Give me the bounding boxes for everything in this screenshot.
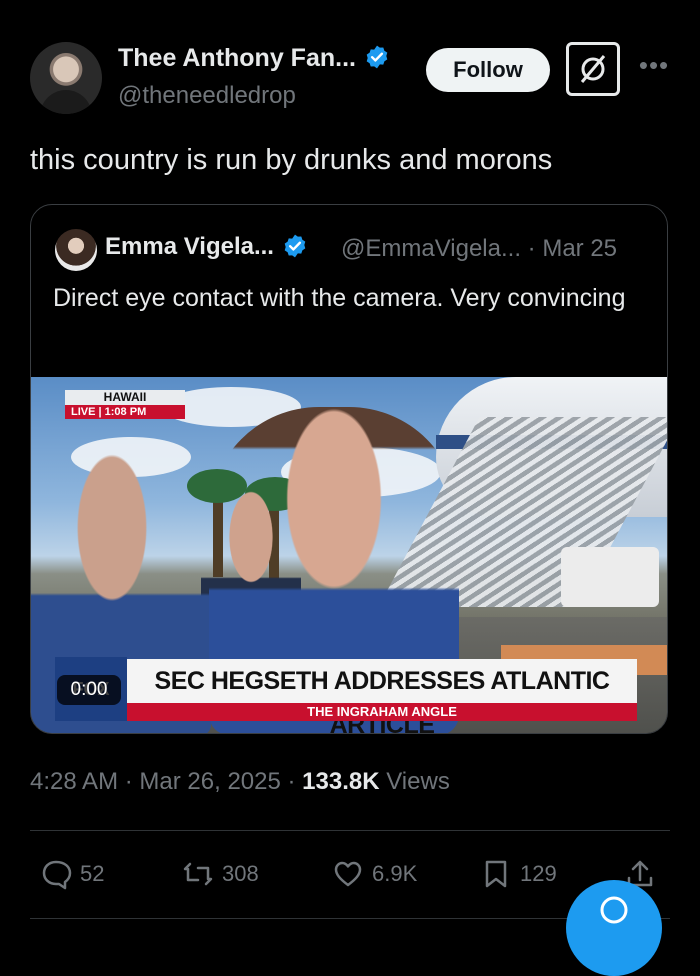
bookmark-icon <box>485 860 507 888</box>
reply-button[interactable]: 52 <box>40 856 104 892</box>
tweet-time[interactable]: 4:28 AM <box>30 768 118 795</box>
tweet-date[interactable]: Mar 26, 2025 <box>139 768 280 795</box>
tweet-text: this country is run by drunks and morons <box>30 144 553 176</box>
quoted-tweet-text: Direct eye contact with the camera. Very… <box>53 284 626 312</box>
bookmark-count: 129 <box>520 861 557 886</box>
quoted-meta: @EmmaVigela... · Mar 25 <box>341 235 617 263</box>
repost-icon <box>183 862 213 886</box>
live-location: HAWAII <box>65 390 185 405</box>
repost-button[interactable]: 308 <box>182 856 259 892</box>
tweet-timestamp: 4:28 AM · Mar 26, 2025 · 133.8K Views <box>30 768 450 796</box>
heart-icon <box>334 861 362 887</box>
quoted-verified-badge-icon <box>284 234 306 258</box>
author-avatar[interactable] <box>30 42 102 114</box>
author-handle[interactable]: @theneedledrop <box>118 82 296 110</box>
views-label: Views <box>386 768 450 795</box>
show-name: THE INGRAHAM ANGLE <box>127 703 637 721</box>
author-name-text: Thee Anthony Fan... <box>118 44 356 72</box>
like-button[interactable]: 6.9K <box>332 856 417 892</box>
quoted-date: · Mar 25 <box>527 235 618 262</box>
separator-dot: · <box>287 768 303 795</box>
follow-button[interactable]: Follow <box>426 48 550 92</box>
repost-count: 308 <box>222 861 259 886</box>
separator-dot: · <box>124 768 140 795</box>
truck <box>561 547 659 607</box>
quoted-tweet-card[interactable]: Emma Vigela... @EmmaVigela... · Mar 25 D… <box>30 204 668 734</box>
live-badge: LIVE | 1:08 PM <box>65 405 185 419</box>
divider <box>30 830 670 831</box>
live-label: LIVE <box>71 406 96 418</box>
live-time: 1:08 PM <box>104 406 147 418</box>
author-name[interactable]: Thee Anthony Fan... <box>118 44 390 73</box>
quoted-author-avatar <box>55 229 97 271</box>
compose-icon <box>600 896 628 924</box>
bookmark-button[interactable]: 129 <box>480 856 557 892</box>
reply-icon <box>42 860 72 890</box>
video-player[interactable]: HAWAII LIVE | 1:08 PM FOX SEC HEGSETH AD… <box>31 377 667 733</box>
news-headline: SEC HEGSETH ADDRESSES ATLANTIC ARTICLE <box>127 659 637 733</box>
compose-fab[interactable] <box>566 880 662 976</box>
grok-button[interactable] <box>566 42 620 96</box>
video-duration: 0:00 <box>57 675 121 705</box>
like-count: 6.9K <box>372 861 418 886</box>
more-options-icon[interactable]: ••• <box>636 50 672 86</box>
quoted-author-handle: @EmmaVigela... <box>341 235 521 262</box>
quoted-author-name: Emma Vigela... <box>105 233 308 261</box>
verified-badge-icon <box>366 45 388 69</box>
quoted-author-name-text: Emma Vigela... <box>105 233 274 260</box>
views-count: 133.8K <box>302 768 380 795</box>
reply-count: 52 <box>80 861 105 886</box>
grok-icon <box>580 55 606 83</box>
